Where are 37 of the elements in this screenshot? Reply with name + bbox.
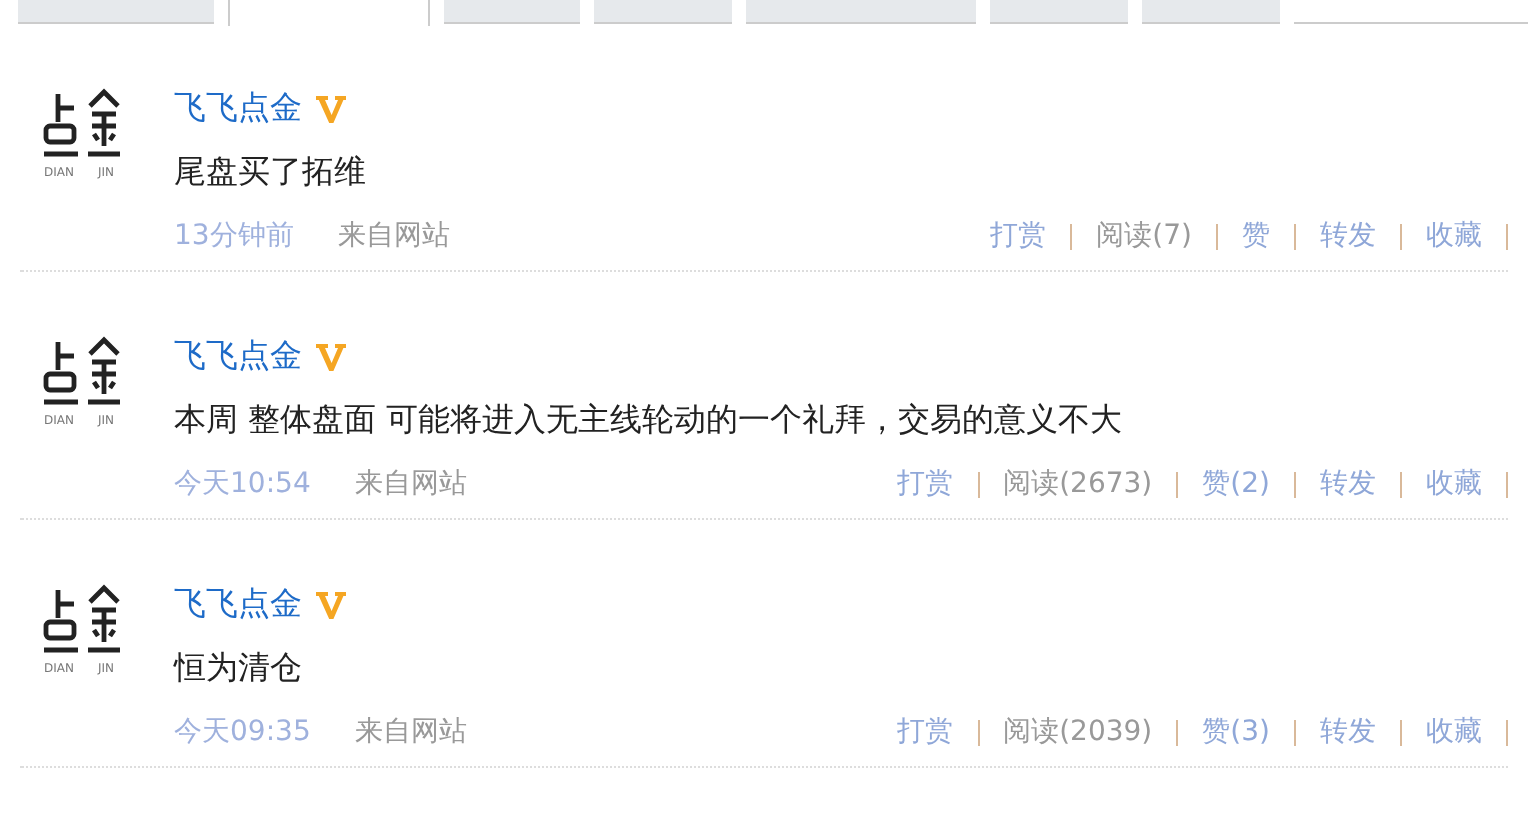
author-link[interactable]: 飞飞点金 (174, 583, 302, 625)
action-link[interactable]: 收藏 (1402, 714, 1506, 750)
action-link[interactable]: 收藏 (1402, 218, 1506, 254)
author-link[interactable]: 飞飞点金 (174, 335, 302, 377)
logo-icon (40, 86, 124, 158)
action-link[interactable]: 赞(3) (1178, 714, 1294, 750)
action-link[interactable]: 打赏 (966, 218, 1071, 254)
post-source: 来自网站 (354, 466, 467, 502)
post-time[interactable]: 13分钟前 (174, 218, 294, 254)
read-count: 阅读(7) (1094, 218, 1194, 254)
post-time[interactable]: 今天10:54 (174, 466, 311, 502)
action-link[interactable]: 打赏 (873, 714, 978, 750)
post-source: 来自网站 (354, 714, 467, 750)
logo-icon (40, 334, 124, 406)
tab[interactable] (1142, 0, 1280, 24)
action-link[interactable]: 转发 (1296, 466, 1400, 502)
action-link[interactable]: 收藏 (1402, 466, 1506, 502)
action-link[interactable]: 转发 (1296, 218, 1400, 254)
post-text: 恒为清仓 (174, 648, 304, 690)
tab[interactable] (746, 0, 976, 24)
action-link[interactable]: 打赏 (873, 466, 978, 502)
post-source: 来自网站 (337, 218, 450, 254)
post-text: 尾盘买了拓维 (174, 152, 368, 194)
tab[interactable] (228, 0, 430, 26)
action-link[interactable]: 赞(2) (1178, 466, 1294, 502)
action-link[interactable]: 赞 (1218, 218, 1294, 254)
tab[interactable] (18, 0, 214, 24)
author-link[interactable]: 飞飞点金 (174, 87, 302, 129)
tab[interactable] (444, 0, 580, 24)
tab[interactable] (594, 0, 732, 24)
post-text: 本周 整体盘面 可能将进入无主线轮动的一个礼拜，交易的意义不大 (174, 400, 1125, 442)
tab[interactable] (990, 0, 1128, 24)
action-link[interactable]: 转发 (1296, 714, 1400, 750)
post-time[interactable]: 今天09:35 (174, 714, 311, 750)
logo-icon (40, 582, 124, 654)
read-count: 阅读(2039) (1001, 714, 1155, 750)
read-count: 阅读(2673) (1001, 466, 1155, 502)
